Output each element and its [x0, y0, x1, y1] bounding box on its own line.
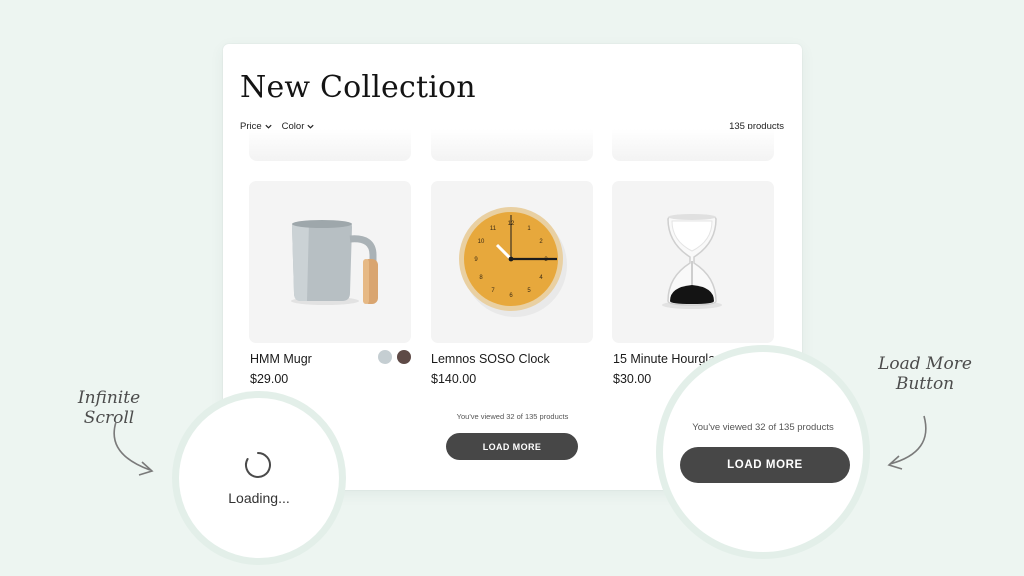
previous-product-tile[interactable] — [612, 129, 774, 161]
color-swatch-gray[interactable] — [378, 350, 392, 364]
product-name[interactable]: Lemnos SOSO Clock — [431, 352, 550, 366]
product-price: $140.00 — [431, 372, 477, 386]
product-image-clock[interactable]: 1212 345 678 91011 — [431, 181, 593, 343]
color-swatch-brown[interactable] — [397, 350, 411, 364]
curved-arrow-icon — [887, 415, 927, 470]
svg-text:11: 11 — [490, 226, 497, 232]
product-name[interactable]: HMM Mugr — [250, 352, 312, 366]
hourglass-image — [662, 214, 722, 309]
product-price: $30.00 — [613, 372, 652, 386]
load-more-zoom: You've viewed 32 of 135 products LOAD MO… — [663, 352, 863, 552]
product-name[interactable]: 15 Minute Hourglass — [613, 352, 728, 366]
clock-image: 1212 345 678 91011 — [459, 207, 567, 317]
loading-indicator-zoom: Loading... — [179, 398, 339, 558]
load-more-button[interactable]: LOAD MORE — [446, 433, 578, 460]
load-more-label-line-2: Button — [895, 374, 955, 394]
load-more-button-zoom[interactable]: LOAD MORE — [680, 447, 850, 483]
load-more-button-label: Load More Button — [872, 354, 978, 394]
load-more-label-line-1: Load More — [878, 354, 972, 374]
previous-product-tile[interactable] — [431, 129, 593, 161]
product-image-hourglass[interactable] — [612, 181, 774, 343]
loading-text: Loading... — [228, 490, 290, 506]
previous-product-tile[interactable] — [249, 129, 411, 161]
curved-arrow-icon — [113, 421, 154, 476]
loading-spinner-icon — [245, 452, 271, 478]
page-title: New Collection — [240, 70, 476, 105]
product-price: $29.00 — [250, 372, 289, 386]
mug-image — [291, 220, 378, 305]
product-image-mug[interactable] — [249, 181, 411, 343]
svg-text:10: 10 — [478, 239, 485, 245]
viewed-progress-text-zoom: You've viewed 32 of 135 products — [692, 422, 834, 433]
